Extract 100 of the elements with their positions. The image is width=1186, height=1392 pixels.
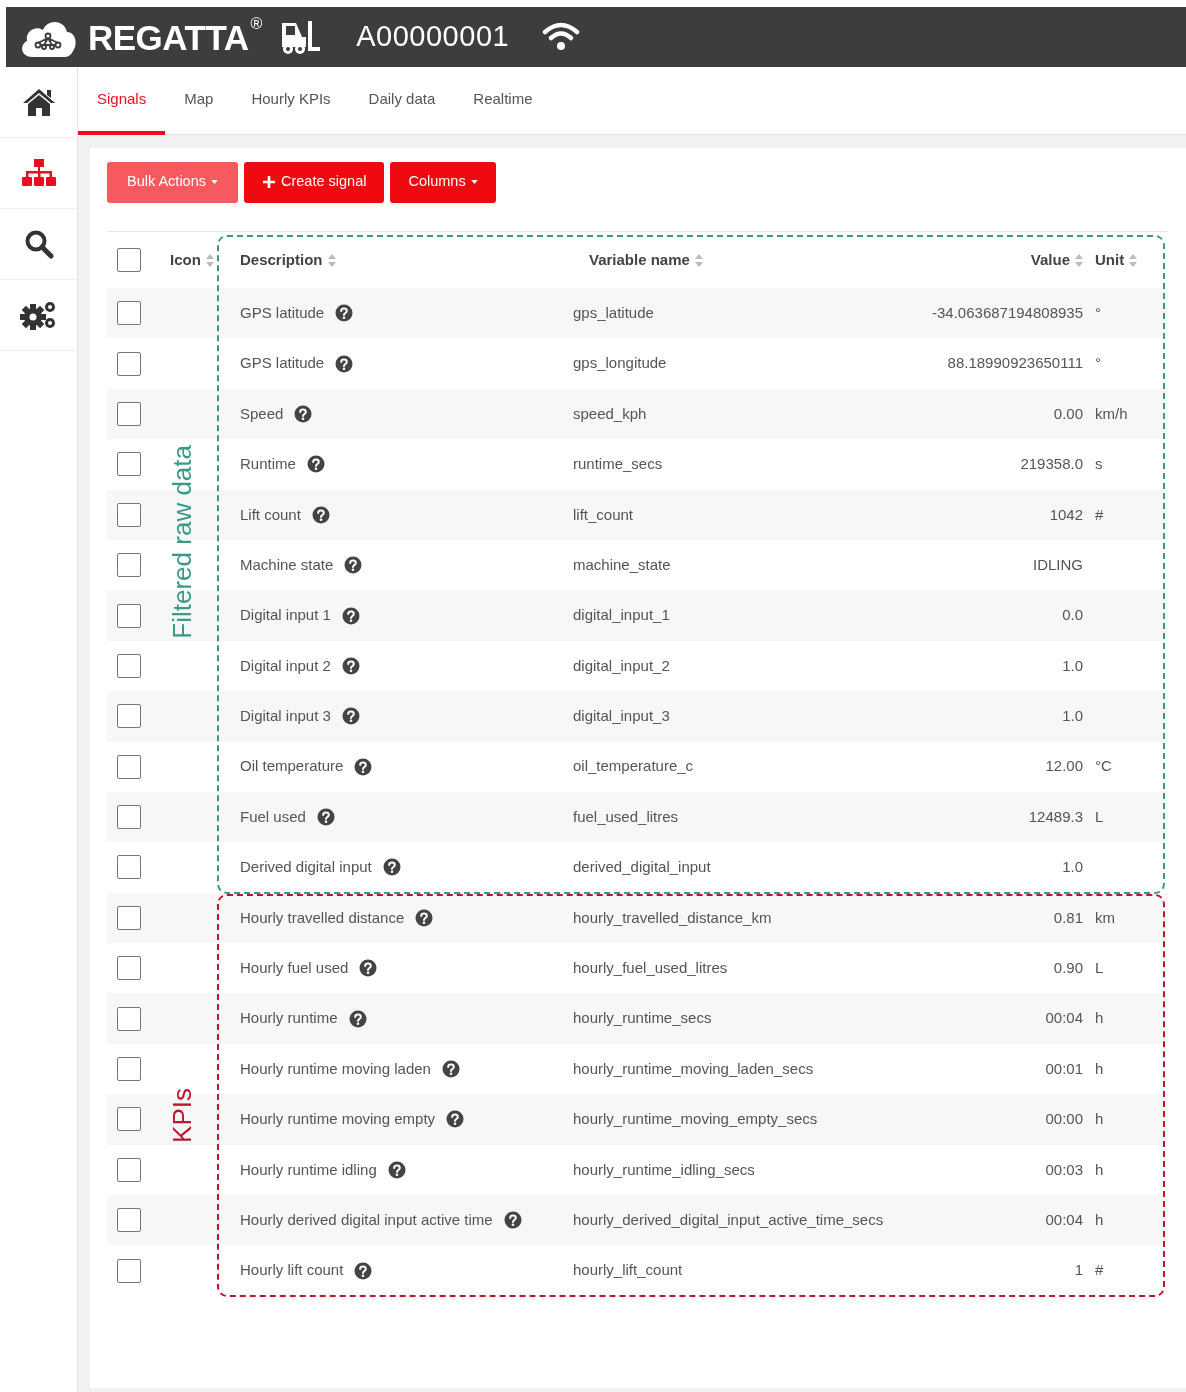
variable-name: lift_count	[573, 504, 634, 525]
registered-mark: ®	[250, 15, 263, 32]
create-button[interactable]: Create signal	[244, 161, 385, 203]
checkbox[interactable]	[117, 754, 141, 779]
checkbox[interactable]	[117, 905, 141, 930]
signal-unit: h	[1095, 1058, 1104, 1079]
signal-value: -34.063687194808935	[932, 302, 1083, 323]
help-icon[interactable]	[344, 556, 363, 575]
signal-unit: h	[1095, 1209, 1104, 1230]
signal-value: 1	[1074, 1260, 1083, 1281]
signal-description: Speed	[240, 403, 284, 424]
help-icon[interactable]	[335, 354, 354, 373]
signal-unit: h	[1095, 1008, 1104, 1029]
column-header[interactable]: Value	[1030, 248, 1070, 272]
nav-tab[interactable]: Signals	[78, 67, 166, 135]
help-icon[interactable]	[387, 1160, 406, 1179]
variable-name: gps_longitude	[573, 353, 667, 374]
signal-description: Fuel used	[240, 806, 306, 827]
column-header[interactable]: Description	[240, 248, 323, 272]
checkbox[interactable]	[117, 401, 141, 426]
help-icon[interactable]	[382, 858, 401, 877]
checkbox[interactable]	[117, 1107, 141, 1132]
signal-description: GPS latitude	[240, 353, 325, 374]
checkbox[interactable]	[117, 1006, 141, 1031]
checkbox[interactable]	[117, 956, 141, 981]
variable-name: fuel_used_litres	[573, 806, 679, 827]
signal-value: 00:01	[1045, 1058, 1083, 1079]
checkbox[interactable]	[117, 1057, 141, 1082]
signal-value: 12489.3	[1028, 806, 1083, 827]
wifi-icon	[541, 21, 582, 53]
checkbox[interactable]	[117, 452, 141, 477]
signal-value: 219358.0	[1020, 454, 1083, 475]
variable-name: digital_input_3	[573, 706, 670, 727]
help-icon[interactable]	[359, 959, 378, 978]
signal-description: Hourly runtime moving laden	[240, 1058, 431, 1079]
help-icon[interactable]	[415, 908, 434, 927]
group-label: KPIs	[169, 1087, 195, 1143]
signal-description: Hourly runtime idling	[240, 1159, 377, 1180]
signal-unit: #	[1095, 504, 1104, 525]
caret-icon	[470, 180, 478, 184]
signal-value: 1.0	[1062, 706, 1083, 727]
help-icon[interactable]	[311, 505, 330, 524]
group-label: Filtered raw data	[169, 444, 195, 639]
help-icon[interactable]	[354, 757, 373, 776]
help-icon[interactable]	[348, 1009, 367, 1028]
help-icon[interactable]	[354, 1261, 373, 1280]
signal-unit: L	[1095, 958, 1104, 978]
variable-name: hourly_travelled_distance_km	[573, 907, 772, 928]
checkbox[interactable]	[117, 248, 141, 272]
checkbox[interactable]	[117, 1208, 141, 1233]
signal-unit: °	[1095, 353, 1101, 374]
variable-name: oil_temperature_c	[573, 756, 694, 777]
nav-tab[interactable]: Realtime	[454, 67, 552, 135]
hierarchy-icon[interactable]	[20, 158, 57, 188]
signal-description: Digital input 2	[240, 655, 331, 676]
checkbox[interactable]	[117, 351, 141, 376]
column-header[interactable]: Icon	[170, 248, 201, 272]
help-icon[interactable]	[294, 404, 313, 423]
checkbox[interactable]	[117, 502, 141, 527]
help-icon[interactable]	[441, 1060, 460, 1079]
checkbox[interactable]	[117, 603, 141, 628]
nav-tab[interactable]: Map	[165, 67, 233, 135]
checkbox[interactable]	[117, 805, 141, 830]
signal-description: Hourly runtime	[240, 1008, 338, 1029]
checkbox[interactable]	[117, 553, 141, 578]
checkbox[interactable]	[117, 653, 141, 678]
variable-name: hourly_runtime_moving_laden_secs	[573, 1058, 814, 1079]
help-icon[interactable]	[316, 808, 335, 827]
help-icon[interactable]	[341, 606, 360, 625]
help-icon[interactable]	[306, 455, 325, 474]
checkbox[interactable]	[117, 704, 141, 729]
column-header[interactable]: Variable name	[589, 248, 690, 272]
variable-name: gps_latitude	[573, 302, 654, 323]
help-icon[interactable]	[503, 1211, 522, 1230]
checkbox[interactable]	[117, 1258, 141, 1283]
help-icon[interactable]	[341, 707, 360, 726]
help-icon[interactable]	[446, 1110, 465, 1129]
help-icon[interactable]	[341, 656, 360, 675]
variable-name: digital_input_1	[573, 605, 670, 626]
signal-unit: km	[1095, 907, 1115, 928]
signal-description: Runtime	[240, 454, 296, 475]
signal-value: 00:03	[1045, 1159, 1083, 1180]
checkbox[interactable]	[117, 1157, 141, 1182]
signal-description: Hourly travelled distance	[240, 907, 405, 928]
variable-name: digital_input_2	[573, 655, 670, 676]
variable-name: hourly_runtime_moving_empty_secs	[573, 1109, 818, 1130]
signal-value: 00:00	[1045, 1109, 1083, 1130]
nav-tab[interactable]: Hourly KPIs	[232, 67, 350, 135]
help-icon[interactable]	[335, 304, 354, 323]
column-header[interactable]: Unit	[1095, 248, 1125, 272]
signal-value: 0.81	[1053, 907, 1083, 928]
signal-value: 12.00	[1045, 756, 1083, 777]
checkbox[interactable]	[117, 855, 141, 880]
dropdown-button[interactable]: Columns	[390, 161, 496, 203]
checkbox[interactable]	[117, 301, 141, 326]
signal-unit: #	[1095, 1260, 1104, 1281]
device-id: A00000001	[356, 19, 510, 55]
search-icon[interactable]	[23, 229, 54, 259]
signal-description: Lift count	[240, 504, 301, 525]
nav-tab[interactable]: Daily data	[349, 67, 455, 135]
